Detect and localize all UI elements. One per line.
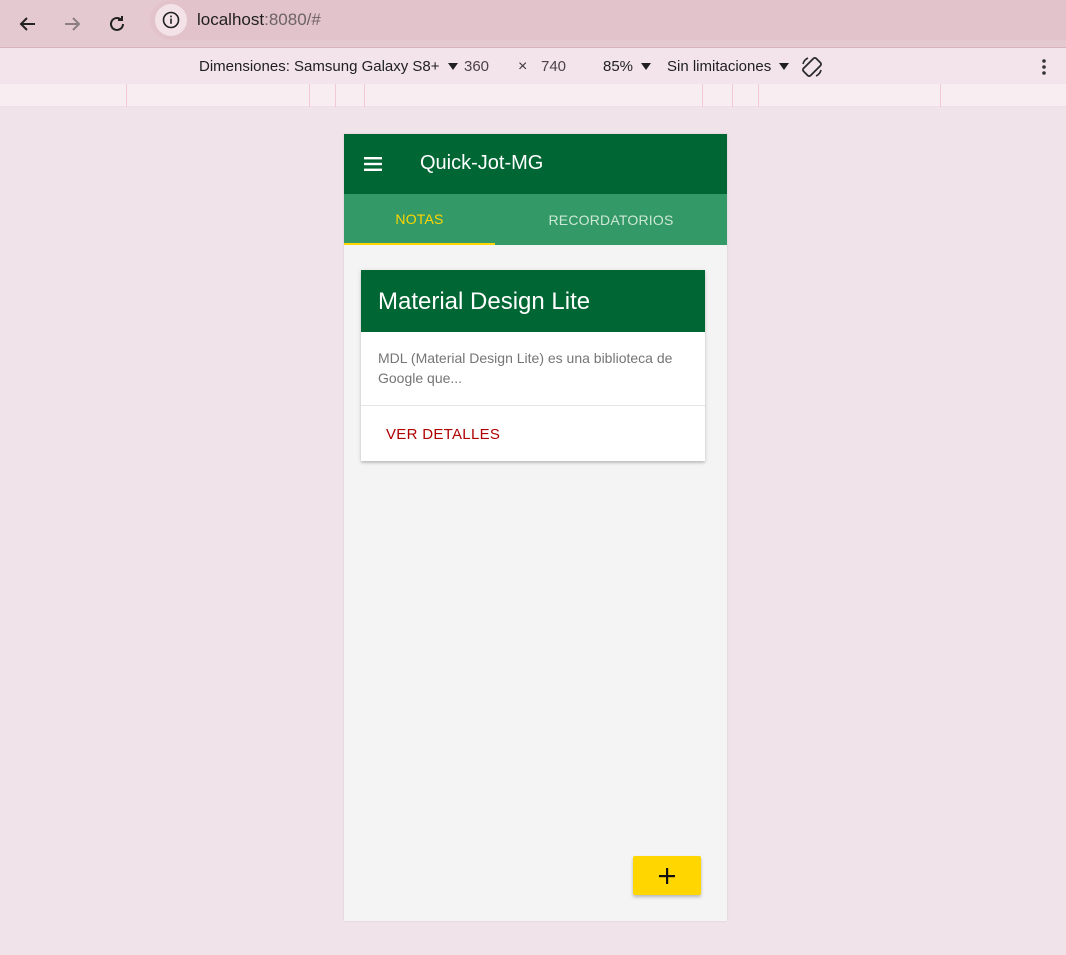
tab-recordatorios[interactable]: RECORDATORIOS xyxy=(495,194,727,245)
url-host: localhost xyxy=(197,10,265,29)
ruler-tick[interactable] xyxy=(335,84,336,107)
browser-toolbar: localhost:8080/# xyxy=(0,0,1066,48)
device-viewport: Quick-Jot-MG NOTAS RECORDATORIOS Materia… xyxy=(344,134,727,921)
media-query-ruler xyxy=(0,84,1066,107)
device-label: Dimensiones: Samsung Galaxy S8+ xyxy=(199,58,440,75)
ruler-tick[interactable] xyxy=(126,84,127,107)
kebab-menu-icon xyxy=(1042,58,1046,75)
rotate-icon xyxy=(802,56,822,77)
site-info-button[interactable] xyxy=(155,4,187,36)
add-note-button[interactable] xyxy=(633,856,701,895)
ruler-tick[interactable] xyxy=(702,84,703,107)
ruler-tick[interactable] xyxy=(364,84,365,107)
tab-notas[interactable]: NOTAS xyxy=(344,194,495,245)
times-icon: × xyxy=(518,57,528,75)
reload-icon xyxy=(110,16,124,31)
hamburger-menu-icon xyxy=(364,157,382,171)
more-options-button[interactable] xyxy=(1034,49,1054,84)
plus-icon xyxy=(659,867,675,884)
throttling-select[interactable]: Sin limitaciones xyxy=(667,49,790,84)
url-path: :8080/# xyxy=(264,10,321,29)
back-button[interactable] xyxy=(11,7,45,41)
zoom-label: 85% xyxy=(603,58,634,75)
device-toolbar: Dimensiones: Samsung Galaxy S8+ 360 × 74… xyxy=(0,49,1066,84)
card-title: Material Design Lite xyxy=(378,288,591,315)
app-title: Quick-Jot-MG xyxy=(420,152,544,174)
throttling-label: Sin limitaciones xyxy=(667,58,772,75)
ruler-tick[interactable] xyxy=(732,84,733,107)
height-input[interactable]: 740 xyxy=(541,49,566,84)
card-divider xyxy=(361,405,705,406)
ruler-tick[interactable] xyxy=(309,84,310,107)
caret-down-icon xyxy=(779,63,790,70)
device-select[interactable]: Dimensiones: Samsung Galaxy S8+ xyxy=(199,49,458,84)
reload-button[interactable] xyxy=(100,7,134,41)
rotate-button[interactable] xyxy=(800,49,824,84)
info-icon xyxy=(162,11,180,29)
ruler-tick[interactable] xyxy=(758,84,759,107)
arrow-left-icon xyxy=(19,17,35,31)
ruler-tick[interactable] xyxy=(940,84,941,107)
width-input[interactable]: 360 xyxy=(464,49,489,84)
caret-down-icon xyxy=(641,63,652,70)
view-details-button[interactable]: VER DETALLES xyxy=(378,417,508,451)
url-text: localhost:8080/# xyxy=(197,10,321,30)
drawer-menu-button[interactable] xyxy=(362,153,384,175)
zoom-select[interactable]: 85% xyxy=(603,49,652,84)
app-header: Quick-Jot-MG xyxy=(344,134,727,194)
note-card: Material Design Lite MDL (Material Desig… xyxy=(361,270,705,461)
card-supporting-text: MDL (Material Design Lite) es una biblio… xyxy=(378,350,673,386)
card-title-bar: Material Design Lite xyxy=(361,270,705,332)
arrow-right-icon xyxy=(65,17,81,31)
caret-down-icon xyxy=(447,63,458,70)
tab-bar: NOTAS RECORDATORIOS xyxy=(344,194,727,245)
forward-button[interactable] xyxy=(55,7,89,41)
address-bar[interactable]: localhost:8080/# xyxy=(150,0,1066,40)
